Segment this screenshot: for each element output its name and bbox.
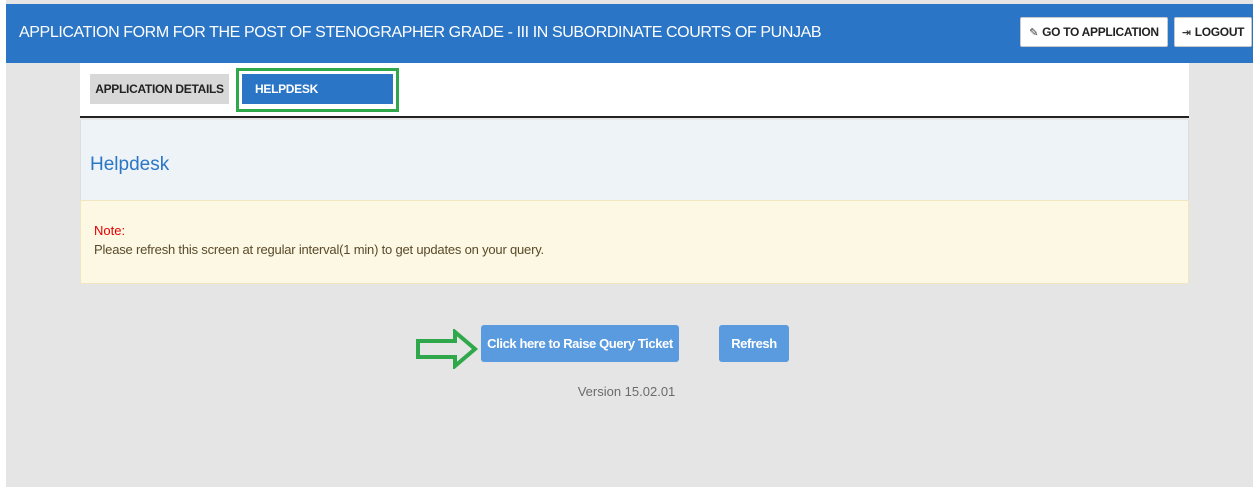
header-bar: APPLICATION FORM FOR THE POST OF STENOGR… xyxy=(6,4,1253,63)
logout-icon: ⇥ xyxy=(1181,26,1191,39)
tab-bar: APPLICATION DETAILS HELPDESK xyxy=(80,63,1189,118)
logout-button[interactable]: ⇥ LOGOUT xyxy=(1174,17,1252,47)
note-text: Please refresh this screen at regular in… xyxy=(94,242,544,257)
arrow-right-icon xyxy=(416,329,479,369)
helpdesk-heading-panel: Helpdesk xyxy=(80,120,1189,200)
tab-helpdesk[interactable]: HELPDESK xyxy=(242,74,393,104)
page-title: APPLICATION FORM FOR THE POST OF STENOGR… xyxy=(19,24,822,41)
raise-query-ticket-button[interactable]: Click here to Raise Query Ticket xyxy=(481,325,679,362)
edit-icon: ✎ xyxy=(1029,26,1039,39)
logout-label: LOGOUT xyxy=(1194,25,1245,39)
tab-application-details[interactable]: APPLICATION DETAILS xyxy=(90,74,229,104)
note-alert: Note: Please refresh this screen at regu… xyxy=(80,200,1189,284)
refresh-button[interactable]: Refresh xyxy=(719,325,789,362)
section-heading: Helpdesk xyxy=(90,154,170,175)
go-to-application-label: GO TO APPLICATION xyxy=(1042,25,1159,39)
go-to-application-button[interactable]: ✎ GO TO APPLICATION xyxy=(1020,17,1168,47)
version-text: Version 15.02.01 xyxy=(577,384,676,399)
note-label: Note: xyxy=(94,223,126,238)
